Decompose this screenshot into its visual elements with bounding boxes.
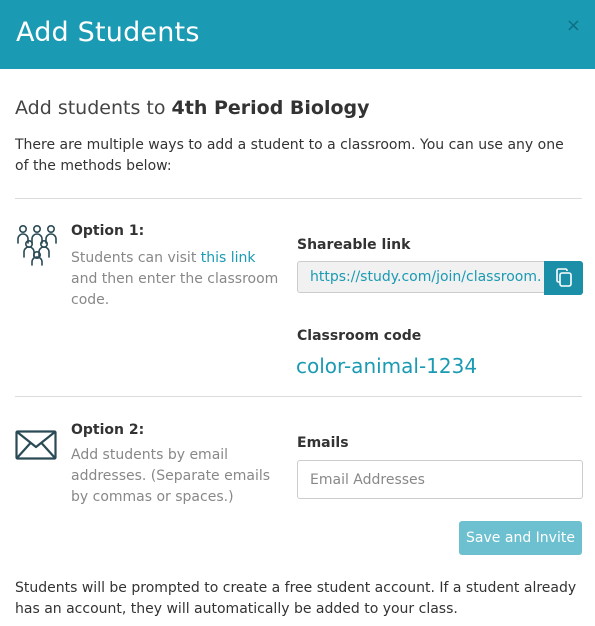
- page-heading: Add students to 4th Period Biology: [15, 97, 370, 119]
- modal-header: Add Students ×: [0, 0, 595, 69]
- add-students-modal: Add Students × Add students to 4th Perio…: [0, 0, 595, 626]
- group-icon: [16, 224, 58, 270]
- envelope-icon: [15, 430, 57, 464]
- classroom-code-label: Classroom code: [297, 328, 422, 344]
- heading-prefix: Add students to: [15, 97, 172, 119]
- emails-label: Emails: [297, 435, 349, 451]
- modal-title: Add Students: [16, 17, 200, 48]
- copy-icon: [555, 268, 573, 292]
- shareable-link-label: Shareable link: [297, 237, 411, 253]
- this-link[interactable]: this link: [201, 250, 256, 266]
- email-addresses-input[interactable]: [297, 460, 583, 499]
- shareable-link-field[interactable]: https://study.com/join/classroom.: [297, 261, 545, 293]
- option1-desc-after: and then enter the classroom code.: [71, 271, 279, 308]
- option2-description: Add students by email addresses. (Separa…: [71, 447, 271, 505]
- intro-text: There are multiple ways to add a student…: [15, 137, 564, 174]
- option1-desc-before: Students can visit: [71, 250, 201, 266]
- option1-description: Students can visit this link and then en…: [71, 248, 281, 311]
- option1-title: Option 1:: [71, 223, 145, 239]
- class-name: 4th Period Biology: [171, 97, 370, 119]
- save-and-invite-button[interactable]: Save and Invite: [459, 521, 582, 555]
- divider: [15, 396, 582, 397]
- divider: [15, 198, 582, 199]
- close-icon[interactable]: ×: [566, 16, 581, 36]
- copy-button[interactable]: [544, 261, 583, 295]
- option2-title: Option 2:: [71, 422, 145, 438]
- classroom-code: color-animal-1234: [296, 354, 478, 378]
- footer-note: Students will be prompted to create a fr…: [15, 580, 577, 617]
